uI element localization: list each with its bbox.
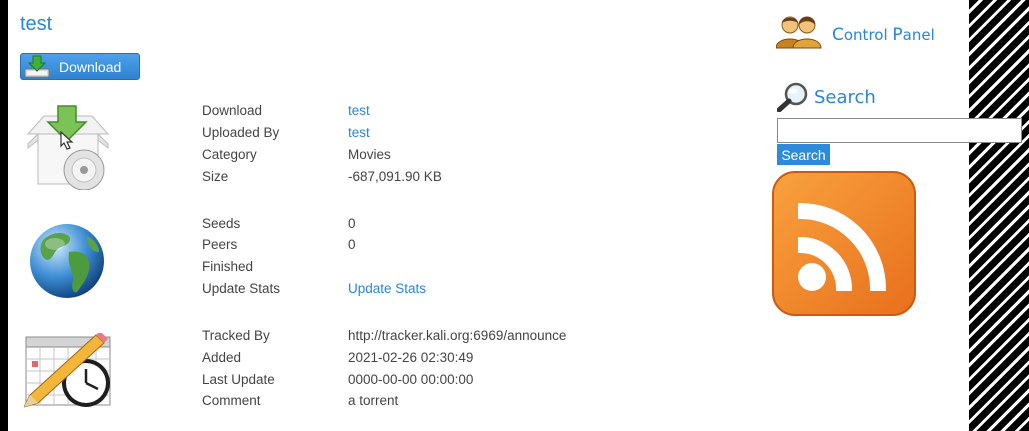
update-stats-label: Update Stats [202, 281, 281, 296]
magnifier-icon [776, 82, 809, 117]
globe-icon [29, 222, 107, 307]
uploader-link[interactable]: test [348, 123, 370, 143]
download-arrow-icon [24, 55, 50, 81]
calendar-clock-icon [23, 331, 114, 416]
rss-icon[interactable] [772, 171, 916, 321]
comment-label: Comment [202, 393, 261, 408]
search-button[interactable]: Search [777, 144, 830, 165]
search-input[interactable] [777, 118, 1022, 143]
download-label: Download [202, 103, 263, 118]
last-update-value: 0000-00-00 00:00:00 [348, 372, 474, 387]
download-button-label: Download [59, 59, 122, 75]
added-value: 2021-02-26 02:30:49 [348, 350, 474, 365]
seeds-label: Seeds [202, 216, 241, 231]
tracked-by-label: Tracked By [202, 328, 270, 343]
search-heading: Search [814, 87, 876, 108]
cp-initial-p: P [892, 25, 903, 45]
finished-label: Finished [202, 259, 254, 274]
tracker-url-value: http://tracker.kali.org:6969/announce [348, 328, 567, 343]
category-label: Category [202, 147, 257, 162]
size-value: -687,091.90 KB [348, 169, 442, 184]
category-value: Movies [348, 147, 391, 162]
download-link[interactable]: test [348, 101, 370, 121]
added-label: Added [202, 350, 242, 365]
control-panel-link[interactable]: Control Panel [832, 25, 935, 45]
cp-initial-c: C [832, 25, 844, 45]
peers-label: Peers [202, 237, 238, 252]
uploaded-by-label: Uploaded By [202, 125, 280, 140]
seeds-value: 0 [348, 216, 356, 231]
cp-text-2: anel [902, 26, 935, 44]
page-title: test [20, 13, 53, 35]
last-update-label: Last Update [202, 372, 275, 387]
users-icon [775, 14, 822, 55]
update-stats-link[interactable]: Update Stats [348, 279, 426, 299]
comment-value: a torrent [348, 393, 399, 408]
right-striped-border [969, 0, 1029, 431]
cp-text-1: ontrol [843, 26, 893, 44]
peers-value: 0 [348, 237, 356, 252]
download-box-icon [24, 104, 112, 195]
download-button[interactable]: Download [20, 53, 140, 80]
left-border [0, 0, 8, 431]
size-label: Size [202, 169, 229, 184]
